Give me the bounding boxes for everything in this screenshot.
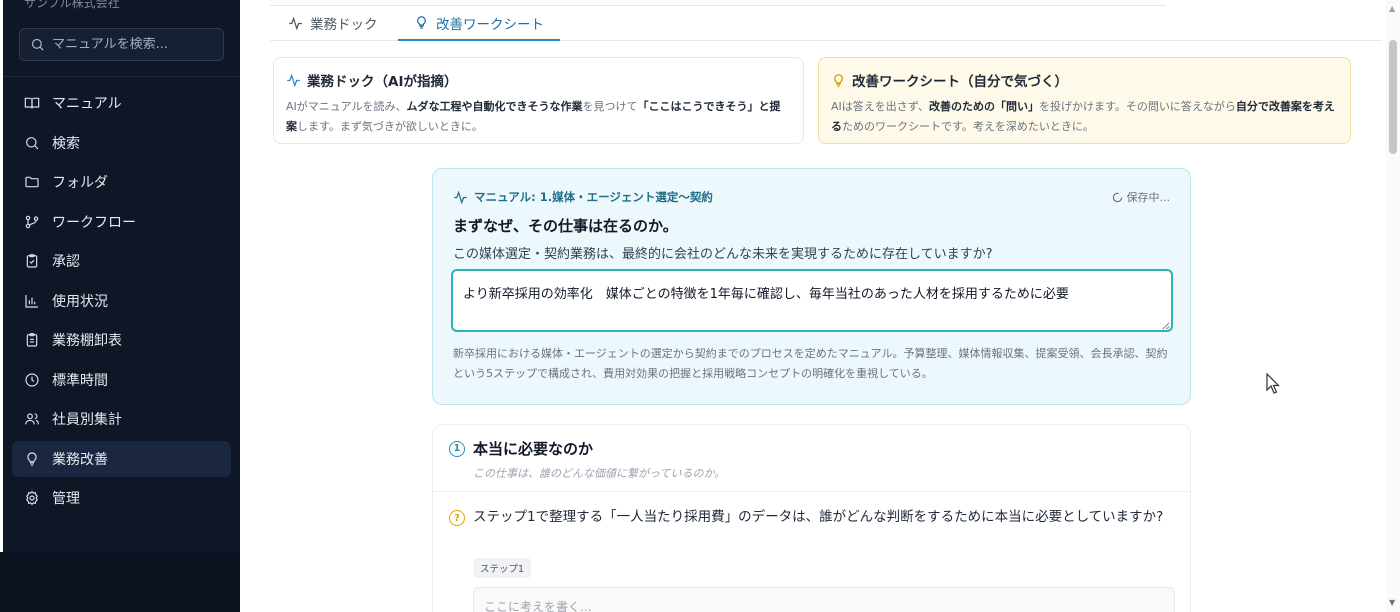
business-dock-title: 業務ドック（AIが指摘） bbox=[286, 70, 791, 90]
worksheet-title: 改善ワークシート（自分で気づく） bbox=[831, 70, 1338, 90]
sidebar-item-label: 承認 bbox=[52, 254, 80, 270]
page-scrollbar[interactable]: ▲ ▼ bbox=[1386, 0, 1400, 612]
sidebar-item-approval[interactable]: 承認 bbox=[12, 243, 231, 279]
sidebar-item-workflow[interactable]: ワークフロー bbox=[12, 204, 231, 240]
desc-text: を投げかけます。その問いに答えながら bbox=[1039, 100, 1236, 113]
lightbulb-icon bbox=[27, 451, 37, 466]
purpose-answer-field[interactable]: より新卒採用の効率化 媒体ごとの特徴を1年毎に確認し、毎年当社のあった人材を採用… bbox=[451, 269, 1173, 332]
sidebar-footer bbox=[0, 552, 240, 612]
app-root: サンプル株式会社 マニュアル 検索 フォルダ ワークフロー bbox=[0, 0, 1400, 612]
users-icon bbox=[25, 413, 39, 425]
purpose-subquestion: この媒体選定・契約業務は、最終的に会社のどんな未来を実現するために存在しています… bbox=[453, 247, 993, 262]
book-icon bbox=[24, 97, 40, 109]
workflow-icon bbox=[25, 215, 39, 228]
scroll-thumb[interactable] bbox=[1389, 40, 1397, 154]
business-dock-title-text: 業務ドック（AIが指摘） bbox=[307, 74, 458, 90]
question-card-header: 1 本当に必要なのか bbox=[449, 438, 593, 459]
search-icon bbox=[31, 38, 44, 51]
sidebar-item-label: 使用状況 bbox=[52, 293, 108, 310]
spinner-icon bbox=[1112, 192, 1122, 202]
sidebar-item-admin[interactable]: 管理 bbox=[12, 480, 231, 516]
desc-text: AIがマニュアルを読み、 bbox=[286, 100, 407, 113]
thought-input[interactable] bbox=[473, 587, 1175, 612]
tab-label: 業務ドック bbox=[310, 17, 378, 33]
desc-emphasis: 改善のための「問い」 bbox=[929, 100, 1039, 113]
clipboard-list-icon bbox=[26, 333, 38, 347]
sidebar-item-label: マニュアル bbox=[52, 96, 122, 112]
tab-improvement-worksheet[interactable]: 改善ワークシート bbox=[398, 6, 560, 41]
scroll-down-arrow-icon[interactable]: ▼ bbox=[1389, 598, 1395, 607]
sidebar-item-usage[interactable]: 使用状況 bbox=[12, 283, 231, 319]
sidebar-item-folder[interactable]: フォルダ bbox=[12, 164, 231, 200]
mouse-cursor-icon bbox=[1266, 373, 1280, 394]
sidebar-edge bbox=[0, 0, 3, 552]
saving-status: 保存中... bbox=[1112, 189, 1171, 205]
question-card-subtitle: この仕事は、誰のどんな価値に繋がっているのか。 bbox=[473, 467, 726, 480]
sidebar-item-label: 管理 bbox=[52, 491, 80, 507]
sidebar-item-label: 業務棚卸表 bbox=[52, 333, 122, 349]
purpose-question: まずなぜ、その仕事は在るのか。 bbox=[453, 217, 678, 235]
desc-text: ためのワークシートです。考えを深めたいときに。 bbox=[842, 120, 1094, 133]
improvement-worksheet-card[interactable]: 改善ワークシート（自分で気づく） AIは答えを出さず、改善のための「問い」を投げ… bbox=[818, 57, 1351, 144]
activity-icon bbox=[287, 73, 300, 87]
clipboard-check-icon bbox=[26, 254, 38, 268]
activity-icon bbox=[454, 190, 467, 204]
desc-emphasis: ムダな工程や自動化できそうな作業 bbox=[406, 100, 583, 113]
mode-tabs: 業務ドック 改善ワークシート bbox=[270, 6, 1382, 41]
tab-business-dock[interactable]: 業務ドック bbox=[288, 6, 378, 40]
tab-label: 改善ワークシート bbox=[436, 16, 544, 33]
sidebar-item-search[interactable]: 検索 bbox=[12, 125, 231, 161]
question-text: ステップ1で整理する「一人当たり採用費」のデータは、誰がどんな判断をするために本… bbox=[473, 509, 1164, 525]
sidebar: サンプル株式会社 マニュアル 検索 フォルダ ワークフロー bbox=[0, 0, 240, 612]
worksheet-description: AIは答えを出さず、改善のための「問い」を投げかけます。その問いに答えながら自分… bbox=[831, 97, 1338, 137]
desc-text: します。まず気づきが欲しいときに。 bbox=[297, 120, 483, 133]
question-card: 1 本当に必要なのか この仕事は、誰のどんな価値に繋がっているのか。 ? ステッ… bbox=[432, 424, 1191, 612]
search-icon bbox=[26, 136, 39, 149]
sidebar-item-label: 検索 bbox=[52, 135, 80, 152]
sidebar-item-label: 業務改善 bbox=[52, 451, 108, 468]
divider bbox=[433, 491, 1190, 492]
question-number: 1 bbox=[449, 440, 465, 457]
question-card-title: 本当に必要なのか bbox=[473, 440, 594, 458]
step-tag: ステップ1 bbox=[473, 558, 532, 578]
sidebar-item-label: フォルダ bbox=[52, 175, 108, 191]
resize-handle-icon[interactable] bbox=[1161, 321, 1170, 330]
question-mark-icon: ? bbox=[449, 510, 465, 526]
sidebar-search[interactable] bbox=[19, 28, 224, 61]
manual-label-text: マニュアル: 1.媒体・エージェント選定〜契約 bbox=[474, 190, 713, 204]
sidebar-item-standard-time[interactable]: 標準時間 bbox=[12, 362, 231, 398]
desc-text: AIは答えを出さず、 bbox=[831, 100, 929, 113]
sidebar-item-improvement[interactable]: 業務改善 bbox=[12, 440, 231, 477]
worksheet-title-text: 改善ワークシート（自分で気づく） bbox=[852, 74, 1068, 90]
saving-text: 保存中... bbox=[1126, 191, 1171, 204]
manual-label: マニュアル: 1.媒体・エージェント選定〜契約 bbox=[453, 189, 713, 205]
activity-icon bbox=[289, 16, 302, 30]
company-name: サンプル株式会社 bbox=[24, 0, 120, 10]
sidebar-item-label: ワークフロー bbox=[52, 214, 136, 231]
main-content: 業務ドック 改善ワークシート 業務ドック（AIが指摘） AIがマニュアルを読み、… bbox=[240, 0, 1386, 612]
lightbulb-icon bbox=[417, 16, 426, 29]
business-dock-card[interactable]: 業務ドック（AIが指摘） AIがマニュアルを読み、ムダな工程や自動化できそうな作… bbox=[273, 57, 804, 144]
purpose-card: マニュアル: 1.媒体・エージェント選定〜契約 保存中... まずなぜ、その仕事… bbox=[432, 168, 1191, 405]
lightbulb-icon bbox=[834, 73, 843, 87]
sidebar-item-manual[interactable]: マニュアル bbox=[12, 85, 231, 121]
search-input[interactable] bbox=[52, 37, 212, 52]
manual-summary: 新卒採用における媒体・エージェントの選定から契約までのプロセスを定めたマニュアル… bbox=[453, 347, 1168, 380]
sidebar-nav: マニュアル 検索 フォルダ ワークフロー 承認 使用状況 業務棚卸表 標準時間 … bbox=[12, 85, 231, 520]
gear-icon bbox=[26, 490, 38, 506]
scroll-up-arrow-icon[interactable]: ▲ bbox=[1389, 4, 1395, 13]
folder-icon bbox=[25, 176, 39, 188]
sidebar-item-label: 標準時間 bbox=[52, 372, 108, 389]
clock-icon bbox=[25, 372, 39, 387]
business-dock-description: AIがマニュアルを読み、ムダな工程や自動化できそうな作業を見つけて「ここはこうで… bbox=[286, 97, 791, 137]
bar-chart-icon bbox=[25, 294, 38, 308]
sidebar-divider bbox=[3, 76, 240, 77]
desc-text: を見つけて bbox=[582, 100, 638, 113]
sidebar-item-employee-summary[interactable]: 社員別集計 bbox=[12, 401, 231, 437]
sidebar-item-label: 社員別集計 bbox=[52, 412, 122, 428]
sidebar-item-inventory[interactable]: 業務棚卸表 bbox=[12, 322, 231, 358]
